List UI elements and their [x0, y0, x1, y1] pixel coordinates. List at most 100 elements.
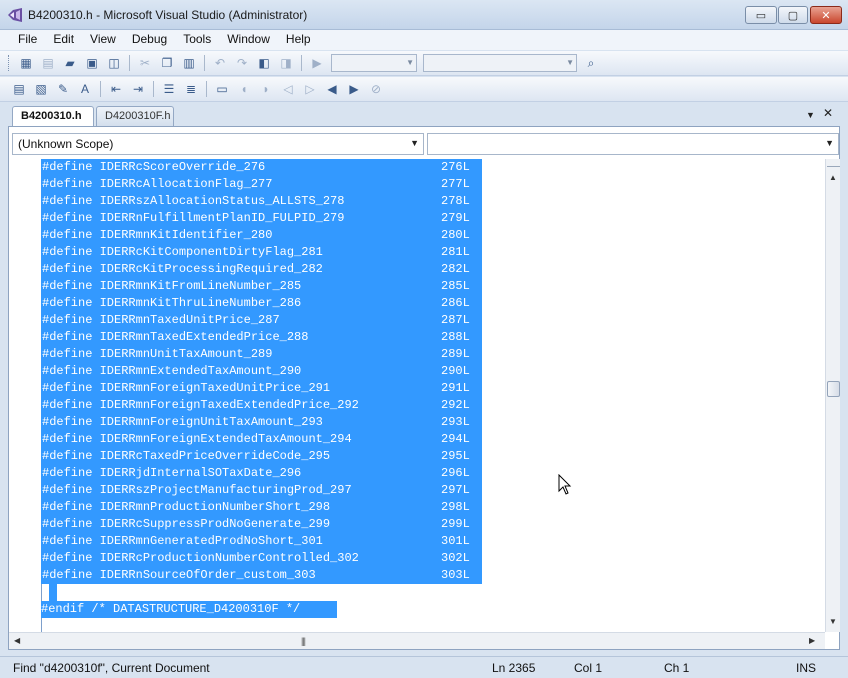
members-combo[interactable]: ▼: [427, 133, 839, 155]
redo-icon[interactable]: ↷: [233, 54, 251, 72]
menu-debug[interactable]: Debug: [124, 30, 175, 50]
menu-help[interactable]: Help: [278, 30, 319, 50]
code-line: #define IDERRmnGeneratedProdNoShort_301 3…: [41, 533, 482, 550]
copy-icon[interactable]: ❐: [158, 54, 176, 72]
new-project-icon[interactable]: ▦: [17, 54, 35, 72]
define-text: #define IDERRmnForeignTaxedUnitPrice_291: [42, 381, 331, 395]
clear-bookmarks-icon[interactable]: ⊘: [367, 80, 385, 98]
code-line: #define IDERRmnUnitTaxAmount_289 289L: [41, 346, 482, 363]
tab-d4200310f-h[interactable]: D4200310F.h: [96, 106, 174, 126]
define-text: #define IDERRmnProductionNumberShort_298: [42, 500, 331, 514]
scope-value: (Unknown Scope): [18, 137, 114, 151]
define-text: #define IDERRjdInternalSOTaxDate_296: [42, 466, 302, 480]
navigate-backward-icon[interactable]: ◧: [255, 54, 273, 72]
define-text: #define IDERRcSuppressProdNoGenerate_299: [42, 517, 331, 531]
uncomment-lines-icon[interactable]: ≣: [182, 80, 200, 98]
next-bookmark-icon[interactable]: ◗: [257, 80, 275, 98]
open-file-icon[interactable]: ▰: [61, 54, 79, 72]
start-debugging-icon[interactable]: ▶: [308, 54, 326, 72]
close-button[interactable]: ✕: [810, 6, 842, 24]
increase-indent-icon[interactable]: ⇥: [129, 80, 147, 98]
add-item-icon[interactable]: ▤: [39, 54, 57, 72]
previous-bookmark-icon[interactable]: ◖: [235, 80, 253, 98]
define-text: #define IDERRcKitProcessingRequired_282: [42, 262, 323, 276]
maximize-button[interactable]: ▢: [778, 6, 808, 24]
code-line: #define IDERRcKitComponentDirtyFlag_281 2…: [41, 244, 482, 261]
scroll-down-icon[interactable]: ▼: [829, 617, 837, 626]
previous-bookmark-folder-icon[interactable]: ◁: [279, 80, 297, 98]
vertical-scrollbar[interactable]: ▲ ▼: [825, 159, 840, 632]
comment-lines-icon[interactable]: ☰: [160, 80, 178, 98]
scope-combo[interactable]: (Unknown Scope) ▼: [12, 133, 424, 155]
close-icon: ✕: [821, 9, 831, 22]
selected-blank-line: [49, 584, 57, 601]
define-value: 287L: [441, 313, 470, 327]
code-text-area[interactable]: #define IDERRcScoreOverride_276 276L #defi…: [9, 159, 825, 632]
status-insert-mode: INS: [796, 661, 817, 675]
mouse-pointer-icon: [558, 474, 572, 495]
minimize-button[interactable]: ▭: [745, 6, 777, 24]
previous-bookmark-document-icon[interactable]: ◀: [323, 80, 341, 98]
toolbar-grip[interactable]: [8, 55, 11, 71]
scroll-up-icon[interactable]: ▲: [829, 173, 837, 182]
define-value: 289L: [441, 347, 470, 361]
define-text: #define IDERRcTaxedPriceOverrideCode_295: [42, 449, 331, 463]
code-line: #define IDERRjdInternalSOTaxDate_296 296L: [41, 465, 482, 482]
class-view-icon[interactable]: ▧: [32, 80, 50, 98]
toggle-bookmark-icon[interactable]: ▭: [213, 80, 231, 98]
code-line: #define IDERRcTaxedPriceOverrideCode_295…: [41, 448, 482, 465]
tab-b4200310-h[interactable]: B4200310.h: [12, 106, 94, 127]
undo-icon[interactable]: ↶: [211, 54, 229, 72]
scroll-left-icon[interactable]: ◀: [14, 636, 20, 645]
menu-tools[interactable]: Tools: [175, 30, 219, 50]
decrease-indent-icon[interactable]: ⇤: [107, 80, 125, 98]
cut-icon[interactable]: ✂: [136, 54, 154, 72]
text-editor-toolbar: ▤ ▧ ✎ A ⇤ ⇥ ☰ ≣ ▭ ◖ ◗ ◁ ▷ ◀ ▶ ⊘: [0, 77, 848, 102]
save-all-icon[interactable]: ◫: [105, 54, 123, 72]
object-browser-icon[interactable]: ▤: [10, 80, 28, 98]
solution-platform-combo[interactable]: ▼: [423, 54, 577, 72]
close-document-icon[interactable]: ✕: [823, 106, 833, 120]
parameter-info-icon[interactable]: ✎: [54, 80, 72, 98]
define-value: 291L: [441, 381, 470, 395]
define-text: #define IDERRcProductionNumberControlled…: [42, 551, 359, 565]
active-files-dropdown-icon[interactable]: ▼: [806, 110, 815, 120]
toolbar-separator: [301, 55, 302, 71]
next-bookmark-folder-icon[interactable]: ▷: [301, 80, 319, 98]
title-bar: B4200310.h - Microsoft Visual Studio (Ad…: [0, 0, 848, 30]
horizontal-scroll-grip[interactable]: |||: [301, 636, 306, 646]
chevron-down-icon: ▼: [566, 58, 574, 67]
navigate-forward-icon[interactable]: ◨: [277, 54, 295, 72]
solution-configuration-combo[interactable]: ▼: [331, 54, 417, 72]
horizontal-scrollbar[interactable]: ◀ ||| ▶: [9, 632, 825, 649]
chevron-down-icon: ▼: [825, 138, 834, 148]
menu-view[interactable]: View: [82, 30, 124, 50]
find-in-files-icon[interactable]: ⌕: [582, 54, 600, 72]
menu-edit[interactable]: Edit: [45, 30, 82, 50]
vertical-scroll-thumb[interactable]: [827, 381, 840, 397]
define-text: #define IDERRmnTaxedUnitPrice_287: [42, 313, 280, 327]
scroll-right-icon[interactable]: ▶: [809, 636, 815, 645]
menu-window[interactable]: Window: [219, 30, 278, 50]
menu-file[interactable]: File: [10, 30, 45, 50]
chevron-down-icon: ▼: [410, 138, 419, 148]
quick-info-icon[interactable]: A: [76, 80, 94, 98]
code-line: #define IDERRmnProductionNumberShort_298…: [41, 499, 482, 516]
status-bar: Find "d4200310f", Current Document Ln 23…: [0, 656, 848, 678]
define-value: 301L: [441, 534, 470, 548]
splitter-handle[interactable]: [827, 159, 840, 167]
toolbar-separator: [206, 81, 207, 97]
save-icon[interactable]: ▣: [83, 54, 101, 72]
visual-studio-icon: [8, 8, 22, 22]
define-value: 303L: [441, 568, 470, 582]
define-value: 294L: [441, 432, 470, 446]
menu-bar: File Edit View Debug Tools Window Help: [0, 30, 848, 50]
define-text: #define IDERRmnKitIdentifier_280: [42, 228, 273, 242]
toolbar-separator: [153, 81, 154, 97]
code-line: #define IDERRmnExtendedTaxAmount_290 290L: [41, 363, 482, 380]
minimize-icon: ▭: [755, 9, 767, 22]
paste-icon[interactable]: ▥: [180, 54, 198, 72]
code-line: #define IDERRcAllocationFlag_277 277L: [41, 176, 482, 193]
next-bookmark-document-icon[interactable]: ▶: [345, 80, 363, 98]
define-text: #define IDERRcScoreOverride_276: [42, 160, 266, 174]
